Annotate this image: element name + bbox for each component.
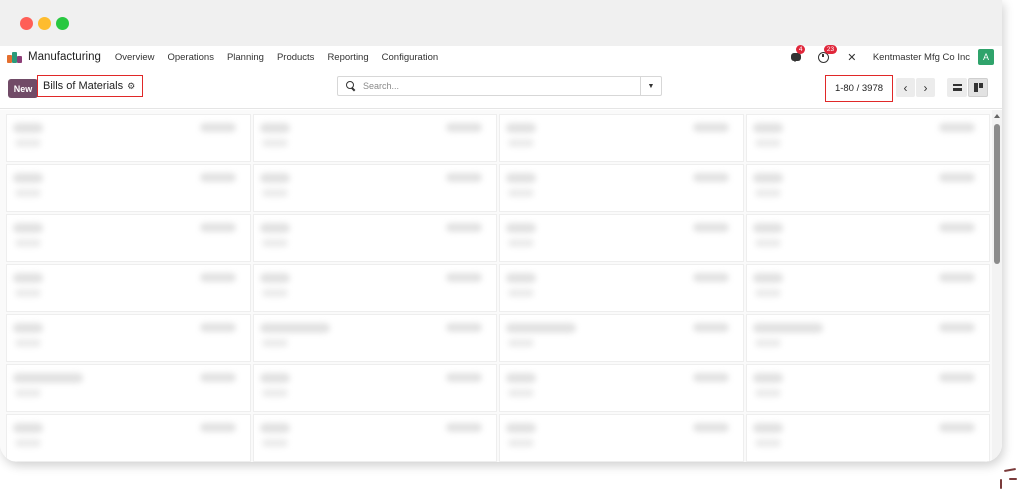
search-bar: ▼ [337, 76, 662, 96]
kanban-card[interactable] [252, 264, 497, 312]
user-avatar[interactable]: A [978, 49, 994, 65]
scroll-thumb[interactable] [994, 124, 1000, 264]
activities-button[interactable]: 23 [817, 45, 838, 64]
odoo-app: Manufacturing Overview Operations Planni… [0, 45, 1002, 462]
kanban-card[interactable] [499, 214, 744, 262]
menu-operations[interactable]: Operations [167, 52, 213, 63]
kanban-card[interactable] [252, 214, 497, 262]
gear-icon[interactable]: ⚙ [127, 81, 135, 92]
menu-configuration[interactable]: Configuration [382, 52, 439, 63]
pager-value[interactable]: 1-80 / 3978 [835, 83, 883, 94]
kanban-card[interactable] [745, 264, 990, 312]
decorative-marks [996, 465, 1020, 491]
kanban-card[interactable] [745, 164, 990, 212]
messages-badge: 4 [795, 45, 806, 54]
messages-button[interactable]: 4 [789, 45, 806, 64]
main-navbar: Manufacturing Overview Operations Planni… [0, 45, 1002, 68]
chat-icon [790, 53, 801, 62]
kanban-card[interactable] [252, 314, 497, 362]
kanban-card[interactable] [6, 264, 251, 312]
kanban-grid [6, 114, 990, 462]
minimize-window-button[interactable] [38, 17, 51, 30]
chevron-right-icon[interactable]: › [916, 78, 935, 97]
kanban-card[interactable] [499, 364, 744, 412]
kanban-card[interactable] [745, 364, 990, 412]
menu-overview[interactable]: Overview [115, 52, 155, 63]
breadcrumb: Bills of Materials ⚙ [37, 75, 143, 97]
new-button[interactable]: New [8, 79, 38, 98]
app-brand[interactable]: Manufacturing [7, 51, 115, 63]
systray: 4 23 ✕ Kentmaster Mfg Co Inc A [789, 45, 994, 68]
list-view-icon [952, 84, 962, 91]
kanban-card[interactable] [745, 314, 990, 362]
manufacturing-logo-icon [7, 51, 23, 63]
kanban-card[interactable] [252, 114, 497, 162]
tools-icon[interactable]: ✕ [845, 50, 859, 64]
kanban-card[interactable] [499, 164, 744, 212]
kanban-content [0, 110, 992, 462]
menu-planning[interactable]: Planning [227, 52, 264, 63]
kanban-view-icon [973, 83, 983, 92]
kanban-card[interactable] [6, 364, 251, 412]
kanban-card[interactable] [252, 164, 497, 212]
kanban-card[interactable] [6, 314, 251, 362]
kanban-card[interactable] [252, 364, 497, 412]
kanban-card[interactable] [745, 114, 990, 162]
kanban-card[interactable] [6, 164, 251, 212]
chevron-down-icon[interactable]: ▼ [640, 77, 661, 95]
page-title[interactable]: Bills of Materials [43, 80, 123, 92]
pager[interactable]: 1-80 / 3978 [825, 75, 893, 102]
window-titlebar [0, 0, 1002, 46]
menu-reporting[interactable]: Reporting [327, 52, 368, 63]
app-name[interactable]: Manufacturing [28, 51, 101, 63]
kanban-card[interactable] [6, 414, 251, 462]
kanban-card[interactable] [745, 414, 990, 462]
vertical-scrollbar[interactable] [992, 110, 1002, 462]
browser-window: Manufacturing Overview Operations Planni… [0, 0, 1002, 462]
list-view-button[interactable] [947, 78, 967, 97]
kanban-card[interactable] [252, 414, 497, 462]
kanban-view-button[interactable] [968, 78, 988, 97]
kanban-card[interactable] [6, 114, 251, 162]
search-icon [345, 80, 357, 92]
chevron-left-icon[interactable]: ‹ [896, 78, 915, 97]
search-input[interactable] [361, 80, 635, 92]
maximize-window-button[interactable] [56, 17, 69, 30]
activities-badge: 23 [823, 45, 838, 54]
kanban-card[interactable] [499, 414, 744, 462]
kanban-card[interactable] [745, 214, 990, 262]
kanban-card[interactable] [499, 314, 744, 362]
close-window-button[interactable] [20, 17, 33, 30]
company-switcher[interactable]: Kentmaster Mfg Co Inc [873, 52, 970, 63]
kanban-card[interactable] [499, 264, 744, 312]
kanban-card[interactable] [499, 114, 744, 162]
scroll-up-icon[interactable] [994, 114, 1000, 118]
kanban-card[interactable] [6, 214, 251, 262]
menu-products[interactable]: Products [277, 52, 315, 63]
